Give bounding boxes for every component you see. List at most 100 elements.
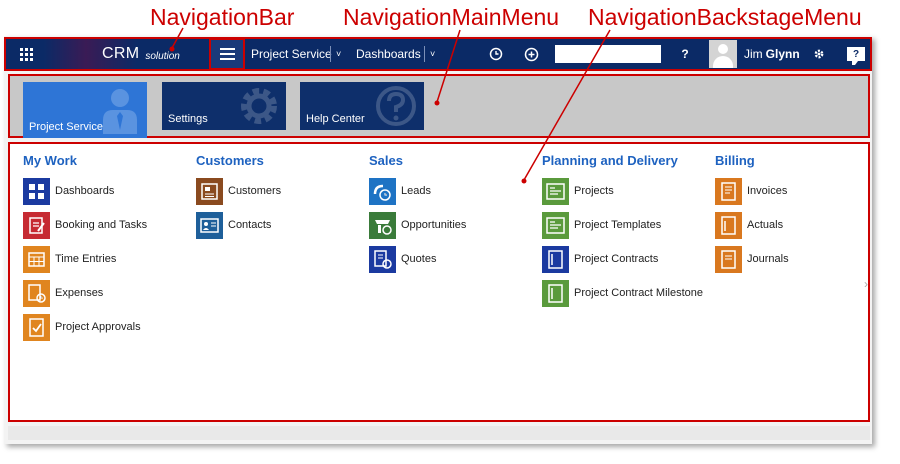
item-label: Dashboards bbox=[55, 185, 115, 197]
booking-icon bbox=[23, 211, 50, 239]
list-item-invoices[interactable]: Invoices bbox=[715, 174, 891, 208]
avatar[interactable] bbox=[709, 40, 737, 68]
invoice-icon bbox=[715, 177, 742, 205]
bottom-bar bbox=[8, 426, 870, 440]
navigation-main-menu: Project Service Settings Help Center bbox=[8, 74, 870, 138]
contract-icon bbox=[542, 245, 569, 273]
list-item-project-contract-milestone[interactable]: Project Contract Milestone bbox=[542, 276, 707, 310]
item-label: Project Contracts bbox=[574, 253, 659, 265]
app-launcher-icon[interactable] bbox=[14, 39, 38, 69]
hamburger-menu-icon[interactable] bbox=[209, 38, 245, 70]
item-label: Customers bbox=[228, 185, 282, 197]
brand-name: CRM bbox=[102, 45, 140, 62]
customer-icon bbox=[196, 177, 223, 205]
group-billing: Billing Invoices Actuals Journals bbox=[715, 152, 891, 276]
group-planning-and-delivery: Planning and Delivery Projects Project T… bbox=[542, 152, 707, 310]
approval-icon bbox=[23, 313, 50, 341]
create-new-plus-icon[interactable] bbox=[522, 39, 540, 69]
list-item-actuals[interactable]: Actuals bbox=[715, 208, 891, 242]
tile-label: Settings bbox=[168, 113, 208, 125]
list-item-project-approvals[interactable]: Project Approvals bbox=[23, 310, 199, 344]
tile-label: Help Center bbox=[306, 113, 365, 125]
tile-settings[interactable]: Settings bbox=[162, 82, 286, 130]
group-title: Sales bbox=[369, 153, 403, 168]
module-chevron-down-icon[interactable]: ˅ bbox=[336, 39, 341, 69]
item-label: Invoices bbox=[747, 185, 788, 197]
item-label: Quotes bbox=[401, 253, 437, 265]
group-my-work: My Work Dashboards Booking and Tasks Tim… bbox=[23, 152, 199, 344]
divider bbox=[330, 46, 331, 62]
item-label: Journals bbox=[747, 253, 789, 265]
item-label: Contacts bbox=[228, 219, 272, 231]
item-label: Time Entries bbox=[55, 253, 117, 265]
group-title: Billing bbox=[715, 153, 755, 168]
list-item-journals[interactable]: Journals bbox=[715, 242, 891, 276]
list-item-opportunities[interactable]: Opportunities bbox=[369, 208, 545, 242]
list-item-dashboards[interactable]: Dashboards bbox=[23, 174, 199, 208]
user-name[interactable]: Jim Glynn bbox=[744, 39, 800, 69]
project-icon bbox=[542, 177, 569, 205]
scroll-right-chevron-icon[interactable]: › bbox=[864, 277, 868, 291]
settings-gear-icon[interactable] bbox=[812, 39, 826, 69]
list-item-booking-and-tasks[interactable]: Booking and Tasks bbox=[23, 208, 199, 242]
search-input[interactable] bbox=[555, 45, 661, 63]
lead-icon bbox=[369, 177, 396, 205]
item-label: Booking and Tasks bbox=[55, 219, 148, 231]
contact-card-icon bbox=[196, 211, 223, 239]
group-title: Customers bbox=[196, 153, 264, 168]
group-sales: Sales Leads Opportunities Quotes bbox=[369, 152, 545, 276]
recent-items-clock-icon[interactable] bbox=[488, 39, 504, 69]
item-label: Actuals bbox=[747, 219, 784, 231]
item-label: Expenses bbox=[55, 287, 104, 299]
item-label: Leads bbox=[401, 185, 431, 197]
annotation-navigation-backstage-menu: NavigationBackstageMenu bbox=[588, 4, 862, 30]
opportunity-icon bbox=[369, 211, 396, 239]
feedback-icon[interactable]: ? bbox=[844, 39, 868, 69]
tile-project-service[interactable]: Project Service bbox=[23, 82, 147, 138]
feedback-label: ? bbox=[847, 47, 865, 65]
item-label: Project Templates bbox=[574, 219, 662, 231]
item-label: Projects bbox=[574, 185, 614, 197]
area-chevron-down-icon[interactable]: ˅ bbox=[430, 39, 435, 69]
gear-icon bbox=[241, 88, 277, 124]
dashboard-icon bbox=[23, 177, 50, 205]
item-label: Project Contract Milestone bbox=[574, 287, 703, 299]
template-icon bbox=[542, 211, 569, 239]
group-title: Planning and Delivery bbox=[542, 153, 678, 168]
navigation-backstage-menu: My Work Dashboards Booking and Tasks Tim… bbox=[8, 142, 870, 422]
list-item-quotes[interactable]: Quotes bbox=[369, 242, 545, 276]
calendar-icon bbox=[23, 245, 50, 273]
user-first-name: Jim bbox=[744, 47, 763, 61]
list-item-leads[interactable]: Leads bbox=[369, 174, 545, 208]
person-icon bbox=[103, 89, 137, 134]
journal-icon bbox=[715, 245, 742, 273]
list-item-time-entries[interactable]: Time Entries bbox=[23, 242, 199, 276]
list-item-projects[interactable]: Projects bbox=[542, 174, 707, 208]
item-label: Opportunities bbox=[401, 219, 467, 231]
group-customers: Customers Customers Contacts bbox=[196, 152, 372, 242]
brand-suffix: solution bbox=[145, 50, 180, 62]
help-icon[interactable]: ? bbox=[678, 39, 692, 69]
quote-icon bbox=[369, 245, 396, 273]
expense-icon bbox=[23, 279, 50, 307]
user-last-name: Glynn bbox=[765, 47, 800, 61]
annotation-navigation-bar: NavigationBar bbox=[150, 4, 295, 30]
tile-label: Project Service bbox=[29, 121, 103, 133]
group-title: My Work bbox=[23, 153, 77, 168]
brand-logo: CRM solution bbox=[44, 39, 212, 69]
module-selector[interactable]: Project Service bbox=[251, 39, 332, 69]
list-item-expenses[interactable]: Expenses bbox=[23, 276, 199, 310]
navigation-bar: CRM solution Project Service ˅ Dashboard… bbox=[4, 37, 872, 71]
list-item-customers[interactable]: Customers bbox=[196, 174, 372, 208]
annotation-navigation-main-menu: NavigationMainMenu bbox=[343, 4, 560, 30]
milestone-icon bbox=[542, 279, 569, 307]
list-item-project-contracts[interactable]: Project Contracts bbox=[542, 242, 707, 276]
tile-help-center[interactable]: Help Center bbox=[300, 82, 424, 130]
actuals-icon bbox=[715, 211, 742, 239]
question-icon bbox=[376, 86, 416, 126]
item-label: Project Approvals bbox=[55, 321, 141, 333]
area-selector[interactable]: Dashboards bbox=[356, 39, 421, 69]
list-item-project-templates[interactable]: Project Templates bbox=[542, 208, 707, 242]
divider bbox=[424, 46, 425, 62]
list-item-contacts[interactable]: Contacts bbox=[196, 208, 372, 242]
